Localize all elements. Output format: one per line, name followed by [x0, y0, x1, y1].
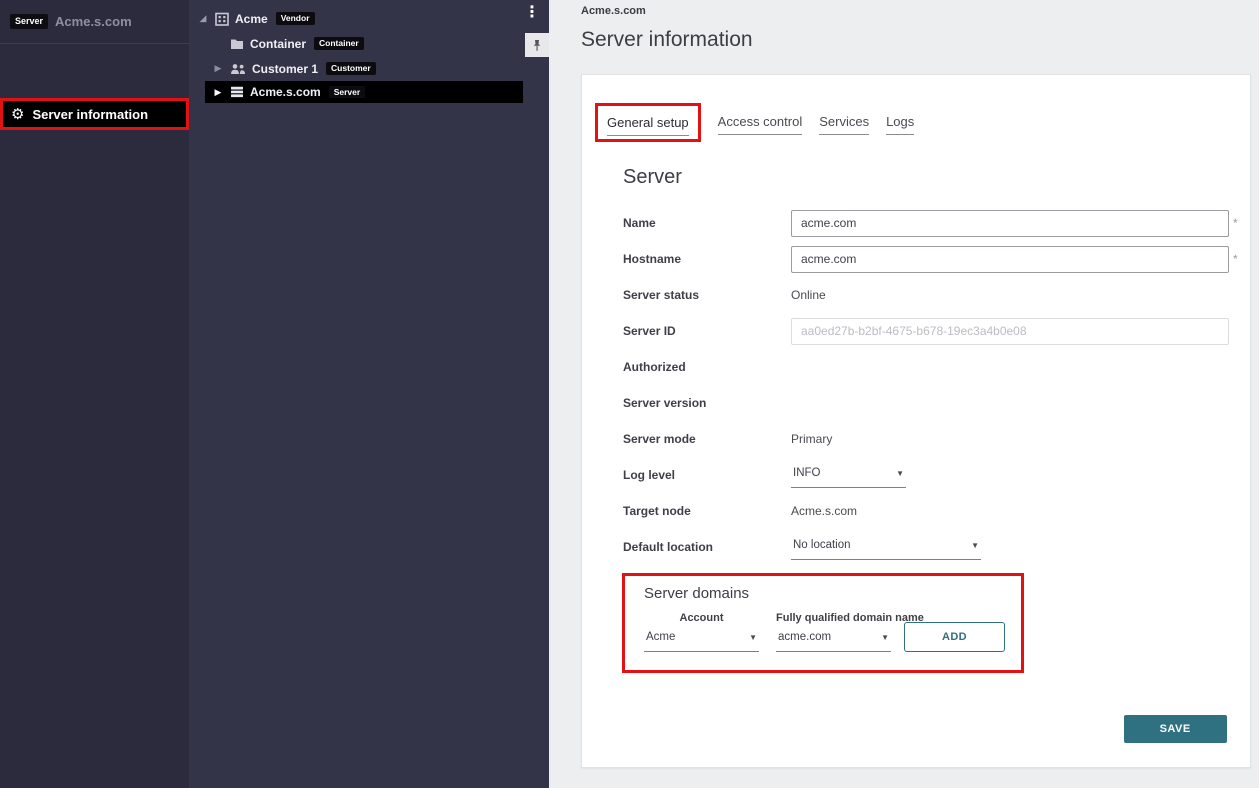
field-label: Default location	[623, 540, 791, 554]
tab-services[interactable]: Services	[819, 114, 869, 135]
server-icon	[230, 86, 244, 98]
server-id-input	[791, 318, 1229, 345]
tree-item-container[interactable]: Container Container	[189, 31, 549, 56]
tree-item-badge: Container	[314, 37, 364, 50]
tree-item-label: Container	[250, 37, 306, 51]
pin-button[interactable]	[525, 33, 549, 57]
name-input[interactable]	[791, 210, 1229, 237]
field-row-hostname: Hostname *	[623, 241, 1238, 277]
field-row-default-location: Default location No location ▼	[623, 529, 1238, 565]
field-label: Server version	[623, 396, 791, 410]
server-domains-title: Server domains	[644, 585, 1005, 602]
chevron-down-icon: ▼	[896, 469, 904, 478]
sidebar-header: Server Acme.s.com	[0, 0, 189, 44]
vendor-icon	[215, 12, 229, 26]
server-mode-value: Primary	[791, 432, 832, 446]
folder-icon	[230, 38, 244, 50]
field-label: Authorized	[623, 360, 791, 374]
field-label: Hostname	[623, 252, 791, 266]
log-level-select[interactable]: INFO ▼	[791, 462, 906, 488]
fqdn-label: Fully qualified domain name	[776, 612, 891, 624]
sidebar-item-server-information[interactable]: ⚙ Server information	[0, 98, 189, 130]
default-location-select[interactable]: No location ▼	[791, 534, 981, 560]
chevron-down-icon: ▼	[749, 633, 757, 642]
save-button[interactable]: SAVE	[1124, 715, 1227, 743]
fqdn-value: acme.com	[778, 631, 831, 643]
field-row-server-version: Server version	[623, 385, 1238, 421]
field-label: Server mode	[623, 432, 791, 446]
gear-icon: ⚙	[11, 107, 24, 122]
collapse-arrow-icon[interactable]: ◢	[197, 14, 209, 23]
page-title: Server information	[581, 28, 1259, 52]
field-label: Log level	[623, 468, 791, 482]
main-area: Acme.s.com Server information General se…	[549, 0, 1259, 788]
required-marker: *	[1233, 252, 1238, 266]
sidebar-title: Acme.s.com	[55, 14, 132, 29]
expand-arrow-icon[interactable]: ▶	[212, 64, 224, 73]
server-status-value: Online	[791, 288, 826, 302]
expand-arrow-icon[interactable]: ▶	[212, 88, 224, 97]
field-label: Server status	[623, 288, 791, 302]
hostname-input[interactable]	[791, 246, 1229, 273]
tree-item-vendor[interactable]: ◢ Acme Vendor	[189, 6, 549, 31]
tree-item-label: Acme	[235, 12, 268, 26]
account-value: Acme	[646, 631, 675, 643]
chevron-down-icon: ▼	[881, 633, 889, 642]
pin-icon	[531, 39, 543, 52]
target-node-value: Acme.s.com	[791, 504, 857, 518]
tab-bar: General setup Access control Services Lo…	[595, 103, 1238, 142]
field-row-authorized: Authorized	[623, 349, 1238, 385]
tree-item-label: Acme.s.com	[250, 85, 321, 99]
server-information-card: General setup Access control Services Lo…	[581, 74, 1251, 768]
annotation-box-general-setup: General setup	[595, 103, 701, 142]
customer-icon	[230, 63, 246, 75]
section-title: Server	[623, 166, 1238, 189]
field-row-log-level: Log level INFO ▼	[623, 457, 1238, 493]
log-level-value: INFO	[793, 467, 820, 479]
field-row-name: Name *	[623, 205, 1238, 241]
account-select[interactable]: Acme ▼	[644, 626, 759, 652]
field-row-server-status: Server status Online	[623, 277, 1238, 313]
default-location-value: No location	[793, 539, 851, 551]
sidebar-item-label: Server information	[32, 107, 148, 122]
server-type-badge: Server	[10, 14, 48, 29]
required-marker: *	[1233, 216, 1238, 230]
tree-item-badge: Vendor	[276, 12, 315, 25]
chevron-down-icon: ▼	[971, 541, 979, 550]
add-button[interactable]: ADD	[904, 622, 1005, 652]
left-sidebar: Server Acme.s.com ⚙ Server information	[0, 0, 189, 788]
save-row: SAVE	[595, 715, 1238, 743]
tab-access-control[interactable]: Access control	[718, 114, 803, 135]
server-form: Server Name * Hostname * Server status O…	[623, 166, 1238, 565]
entity-tree-panel: ⋮ ◢ Acme Vendor Container Container ▶ Cu…	[189, 0, 549, 788]
fqdn-select[interactable]: acme.com ▼	[776, 626, 891, 652]
tree-item-customer[interactable]: ▶ Customer 1 Customer	[189, 56, 549, 81]
field-row-server-mode: Server mode Primary	[623, 421, 1238, 457]
annotation-box-server-domains: Server domains Account Acme ▼ Fully qual…	[622, 573, 1024, 673]
tree-item-server-selected[interactable]: ▶ Acme.s.com Server	[205, 81, 523, 103]
field-label: Name	[623, 216, 791, 230]
field-label: Target node	[623, 504, 791, 518]
tree-item-badge: Server	[329, 86, 365, 99]
tree-item-badge: Customer	[326, 62, 376, 75]
server-domains-row: Account Acme ▼ Fully qualified domain na…	[644, 612, 1005, 652]
tab-general-setup[interactable]: General setup	[607, 115, 689, 136]
field-label: Server ID	[623, 324, 791, 338]
tree-menu-icon[interactable]: ⋮	[524, 5, 540, 21]
field-row-target-node: Target node Acme.s.com	[623, 493, 1238, 529]
field-row-server-id: Server ID	[623, 313, 1238, 349]
tab-logs[interactable]: Logs	[886, 114, 914, 135]
account-label: Account	[644, 612, 759, 624]
tree-item-label: Customer 1	[252, 62, 318, 76]
breadcrumb: Acme.s.com	[581, 5, 1259, 17]
